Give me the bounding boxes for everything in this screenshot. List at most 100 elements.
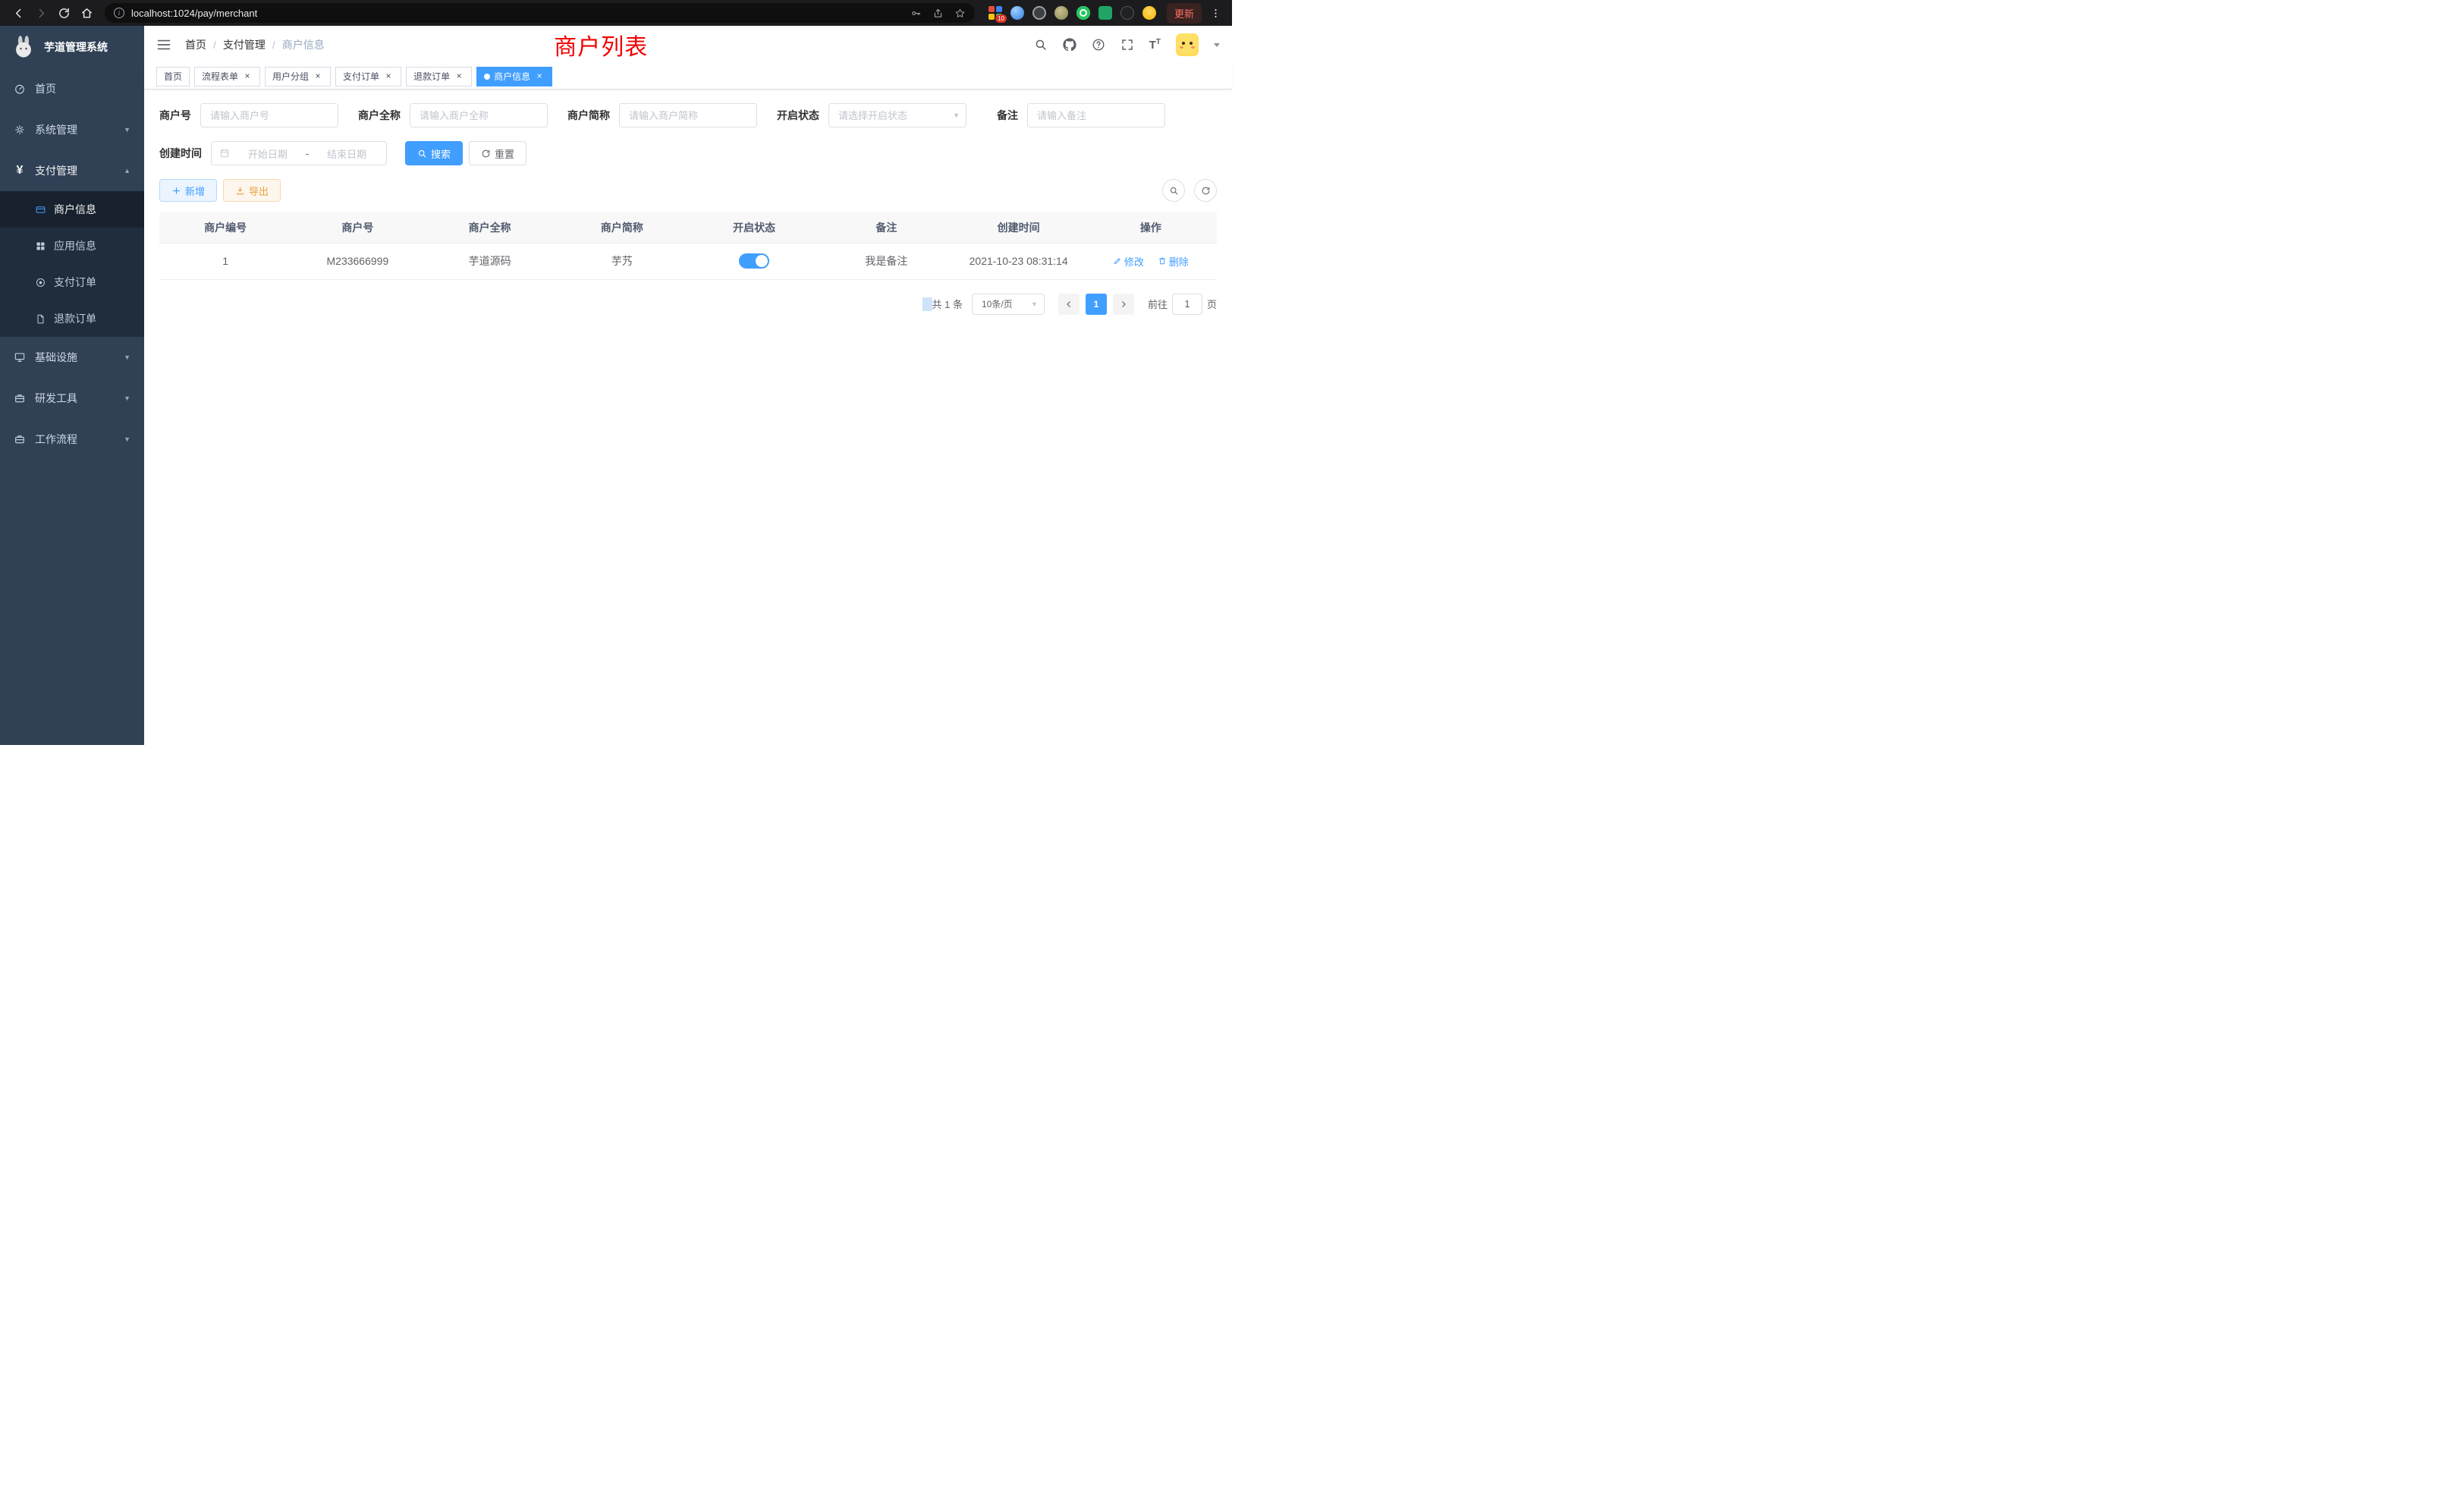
merchant-no-input[interactable] — [200, 103, 338, 127]
breadcrumb-pay[interactable]: 支付管理 — [223, 37, 266, 52]
toggle-search-button[interactable] — [1162, 179, 1185, 202]
close-icon[interactable]: × — [313, 71, 323, 82]
table-row: 1 M233666999 芋道源码 芋艿 我是备注 2021-10-23 08:… — [159, 243, 1217, 279]
status-select[interactable] — [828, 103, 966, 127]
breadcrumb-home[interactable]: 首页 — [185, 37, 206, 52]
next-page-button[interactable] — [1113, 294, 1134, 315]
breadcrumb-separator: / — [272, 39, 275, 51]
extension-green-circle-icon[interactable] — [1076, 6, 1090, 20]
reset-button[interactable]: 重置 — [469, 141, 526, 165]
bookmark-star-icon[interactable] — [954, 8, 966, 19]
extension-green-square-icon[interactable] — [1098, 6, 1112, 20]
share-icon[interactable] — [932, 8, 944, 19]
export-button-label: 导出 — [249, 184, 269, 198]
add-button[interactable]: 新增 — [159, 179, 217, 202]
profile-emoji-icon[interactable] — [1142, 6, 1156, 20]
goto-label: 前往 — [1148, 297, 1168, 311]
home-icon — [80, 7, 93, 20]
sidebar-item-merchant-info[interactable]: 商户信息 — [0, 191, 144, 228]
chevron-down-icon: ▼ — [124, 395, 130, 402]
full-name-input[interactable] — [410, 103, 548, 127]
tab-label: 用户分组 — [272, 70, 309, 83]
tab-label: 支付订单 — [343, 70, 379, 83]
sidebar-item-workflow[interactable]: 工作流程 ▼ — [0, 419, 144, 460]
sidebar-item-dev-tools[interactable]: 研发工具 ▼ — [0, 378, 144, 419]
extension-pinwheel-icon[interactable] — [1120, 6, 1134, 20]
remark-input[interactable] — [1027, 103, 1165, 127]
close-icon[interactable]: × — [454, 71, 464, 82]
url-text: localhost:1024/pay/merchant — [131, 8, 910, 19]
col-header: 开启状态 — [688, 212, 820, 243]
page-size-input[interactable] — [972, 294, 1045, 315]
dashboard-icon — [14, 83, 26, 95]
tab-user-group[interactable]: 用户分组 × — [265, 67, 331, 86]
sidebar-item-infrastructure[interactable]: 基础设施 ▼ — [0, 337, 144, 378]
prev-page-button[interactable] — [1058, 294, 1080, 315]
delete-link-label: 删除 — [1169, 254, 1189, 269]
sidebar-item-label: 系统管理 — [35, 122, 77, 137]
browser-forward-button[interactable] — [30, 2, 52, 24]
sidebar-item-refund-order[interactable]: 退款订单 — [0, 300, 144, 337]
sidebar: 芋道管理系统 首页 系统管理 ▼ ¥ 支付管理 ▲ 商户信息 应用信息 — [0, 26, 144, 745]
search-icon[interactable] — [1034, 38, 1048, 52]
date-end-placeholder: 结束日期 — [315, 146, 379, 161]
extension-ring-icon[interactable] — [1032, 6, 1046, 20]
tab-refund-order[interactable]: 退款订单× — [406, 67, 472, 86]
close-icon[interactable]: × — [242, 71, 253, 82]
tab-label: 流程表单 — [202, 70, 238, 83]
status-toggle[interactable] — [739, 253, 769, 269]
avatar-caret-icon[interactable] — [1214, 43, 1220, 47]
page-number-1[interactable]: 1 — [1086, 294, 1107, 315]
github-icon[interactable] — [1063, 38, 1076, 52]
tab-home[interactable]: 首页 — [156, 67, 190, 86]
col-header: 操作 — [1085, 212, 1217, 243]
dots-vertical-icon — [1210, 8, 1221, 19]
short-name-label: 商户简称 — [567, 108, 610, 123]
hamburger-icon[interactable] — [156, 37, 171, 52]
close-icon[interactable]: × — [534, 71, 545, 82]
tab-pay-order[interactable]: 支付订单 × — [335, 67, 401, 86]
sidebar-item-home[interactable]: 首页 — [0, 68, 144, 109]
user-avatar[interactable] — [1176, 33, 1199, 56]
short-name-input[interactable] — [619, 103, 757, 127]
edit-link[interactable]: 修改 — [1113, 254, 1144, 269]
sidebar-item-pay-order[interactable]: 支付订单 — [0, 264, 144, 300]
extension-grid-icon[interactable]: 10 — [988, 6, 1002, 20]
sidebar-item-app-info[interactable]: 应用信息 — [0, 228, 144, 264]
help-icon[interactable] — [1092, 38, 1105, 52]
breadcrumb: 首页 / 支付管理 / 商户信息 — [185, 37, 325, 52]
col-header: 商户号 — [291, 212, 423, 243]
font-size-icon[interactable]: TT — [1149, 39, 1161, 52]
tab-merchant-info[interactable]: 商户信息× — [476, 67, 552, 86]
password-key-icon[interactable] — [910, 8, 922, 19]
browser-menu-button[interactable] — [1206, 2, 1224, 24]
col-header: 备注 — [820, 212, 952, 243]
fullscreen-icon[interactable] — [1120, 38, 1134, 52]
browser-home-button[interactable] — [76, 2, 97, 24]
site-info-icon[interactable]: i — [114, 8, 124, 18]
tab-process-form[interactable]: 流程表单 × — [194, 67, 260, 86]
sidebar-item-system[interactable]: 系统管理 ▼ — [0, 109, 144, 150]
forward-icon — [35, 7, 48, 20]
search-icon — [417, 149, 427, 159]
reset-button-label: 重置 — [495, 146, 514, 161]
update-button[interactable]: 更新 — [1167, 3, 1202, 24]
goto-page-input[interactable] — [1172, 294, 1202, 315]
extension-drop-icon[interactable] — [1010, 6, 1024, 20]
export-button[interactable]: 导出 — [223, 179, 281, 202]
app-logo-rabbit — [11, 34, 36, 60]
search-button[interactable]: 搜索 — [405, 141, 463, 165]
sidebar-item-pay[interactable]: ¥ 支付管理 ▲ — [0, 150, 144, 191]
sidebar-item-label: 支付管理 — [35, 163, 77, 178]
url-bar[interactable]: i localhost:1024/pay/merchant — [105, 3, 975, 23]
delete-link[interactable]: 删除 — [1158, 254, 1189, 269]
browser-reload-button[interactable] — [53, 2, 74, 24]
browser-back-button[interactable] — [8, 2, 29, 24]
sidebar-item-label: 工作流程 — [35, 432, 77, 447]
extension-avatar-icon[interactable] — [1054, 6, 1068, 20]
page-size-select[interactable]: ▼ — [972, 294, 1045, 315]
refresh-table-button[interactable] — [1194, 179, 1217, 202]
create-time-range-picker[interactable]: 开始日期 - 结束日期 — [211, 141, 387, 165]
col-header: 商户编号 — [159, 212, 291, 243]
close-icon[interactable]: × — [383, 71, 394, 82]
